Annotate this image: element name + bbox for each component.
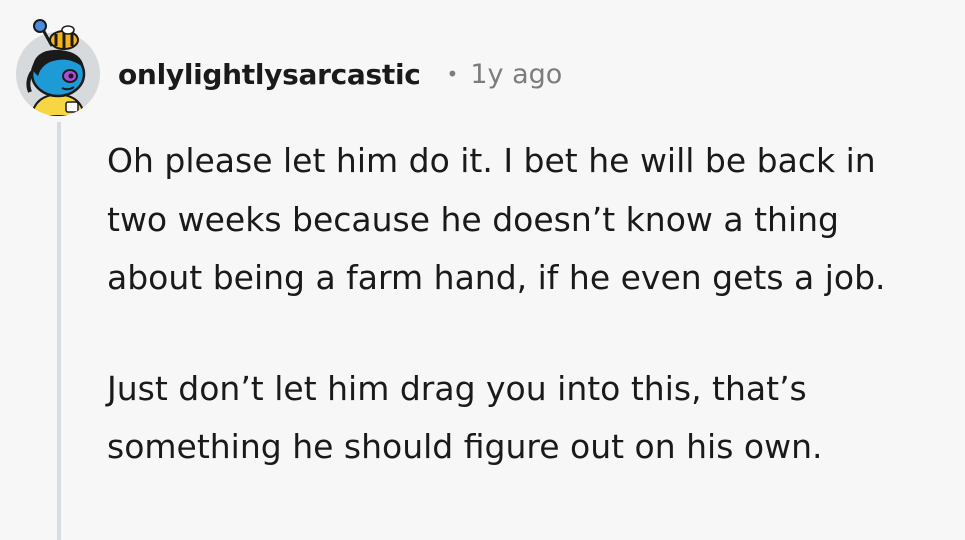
comment-header: onlylightlysarcastic • 1y ago xyxy=(118,52,562,96)
user-avatar[interactable] xyxy=(12,18,104,116)
comment-paragraph: Oh please let him do it. I bet he will b… xyxy=(107,141,886,297)
comment: onlylightlysarcastic • 1y ago Oh please … xyxy=(0,0,965,540)
separator-dot: • xyxy=(446,62,459,86)
timestamp[interactable]: 1y ago xyxy=(470,59,562,90)
username-link[interactable]: onlylightlysarcastic xyxy=(118,58,421,91)
thread-line[interactable] xyxy=(57,122,61,540)
comment-paragraph: Just don’t let him drag you into this, t… xyxy=(107,368,823,467)
snoo-avatar-icon xyxy=(16,19,100,116)
comment-body: Oh please let him do it. I bet he will b… xyxy=(107,132,937,477)
